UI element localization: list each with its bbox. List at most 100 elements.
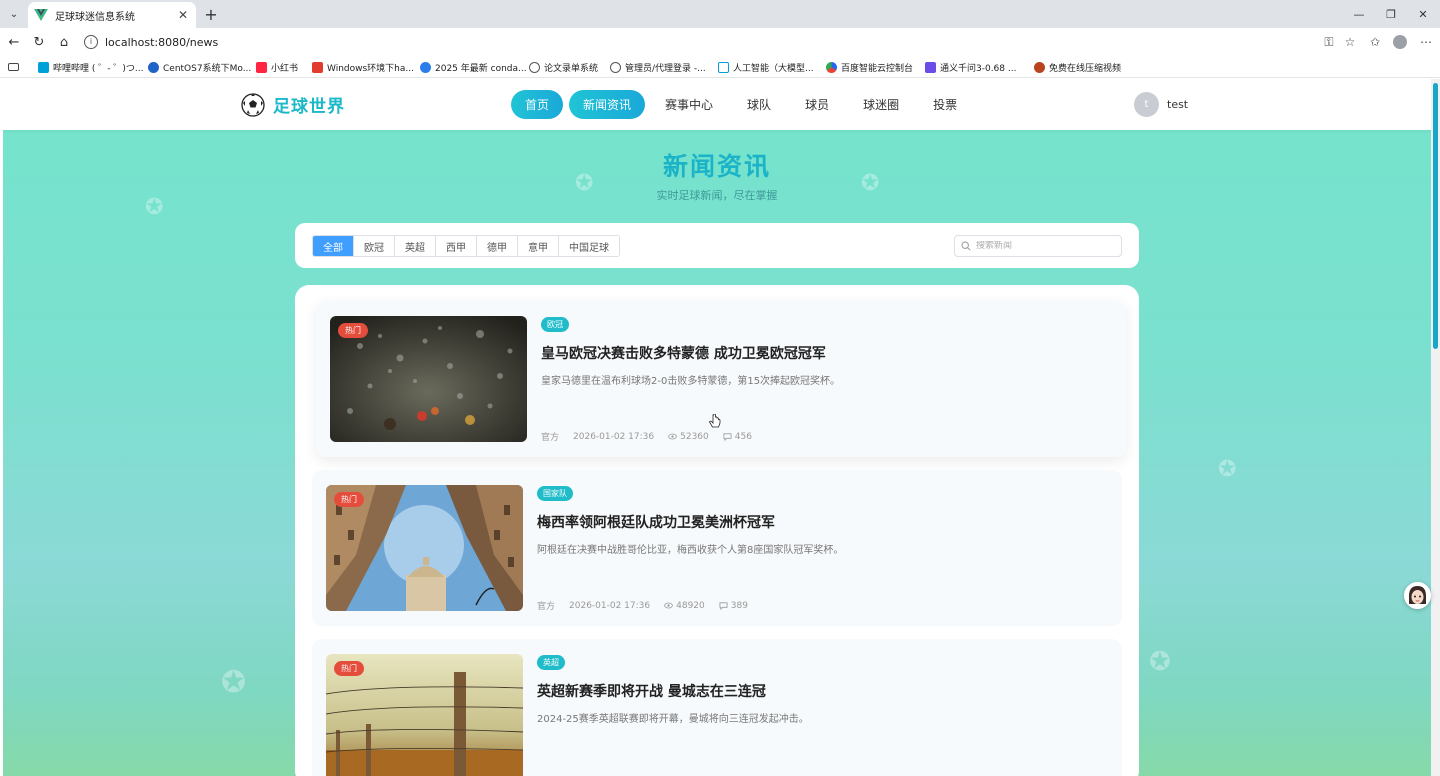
favorite-star-icon[interactable]: ☆ bbox=[1340, 32, 1360, 52]
new-tab-button[interactable]: + bbox=[201, 4, 221, 24]
soccer-ball-icon bbox=[241, 92, 265, 117]
news-content: 英超 英超新赛季即将开战 曼城志在三连冠 2024-25赛季英超联赛即将开幕，曼… bbox=[537, 654, 1107, 776]
site-icon bbox=[312, 61, 323, 73]
hand-cursor-icon bbox=[709, 414, 721, 428]
comment-icon bbox=[723, 433, 732, 441]
nav-teams[interactable]: 球队 bbox=[733, 90, 785, 119]
page-viewport: ✪ ✪ ✪ ✪ ✪ ✪ 足球世界 首页 新闻资讯 赛事中心 球队 球员 球迷圈 … bbox=[3, 79, 1431, 776]
news-meta: 官方 2026-01-02 17:36 52360 456 bbox=[541, 430, 766, 444]
nav-home[interactable]: 首页 bbox=[511, 90, 564, 119]
browser-tab[interactable]: 足球球迷信息系统 ✕ bbox=[28, 2, 196, 28]
news-title[interactable]: 梅西率领阿根廷队成功卫冕美洲杯冠军 bbox=[537, 512, 775, 532]
site-icon bbox=[420, 61, 431, 73]
url-text: localhost:8080/news bbox=[105, 35, 219, 49]
category-laliga[interactable]: 西甲 bbox=[436, 236, 477, 256]
nav-news[interactable]: 新闻资讯 bbox=[569, 90, 646, 119]
football-decoration-icon: ✪ bbox=[1218, 457, 1237, 482]
page-subtitle: 实时足球新闻，尽在掌握 bbox=[656, 189, 778, 202]
bookmark-item[interactable]: 百度智能云控制台 bbox=[826, 59, 913, 75]
vue-logo-icon bbox=[34, 9, 48, 21]
news-source: 官方 bbox=[537, 602, 556, 612]
bookmark-item[interactable]: 免费在线压缩视频 bbox=[1034, 59, 1121, 75]
favorites-icon[interactable]: ✩ bbox=[1365, 32, 1385, 52]
profile-icon[interactable] bbox=[1390, 32, 1410, 52]
views-count: 48920 bbox=[664, 601, 705, 611]
views-value: 48920 bbox=[676, 600, 705, 611]
bookmark-item[interactable]: 小红书 bbox=[256, 59, 298, 75]
category-filter: 全部 欧冠 英超 西甲 德甲 意甲 中国足球 bbox=[312, 235, 620, 257]
site-info-icon[interactable]: i bbox=[84, 35, 98, 49]
category-tag: 欧冠 bbox=[541, 317, 569, 332]
back-icon[interactable]: ← bbox=[4, 32, 24, 52]
views-value: 52360 bbox=[680, 431, 709, 442]
bookmark-item[interactable]: 人工智能（大模型... bbox=[718, 59, 814, 75]
news-card[interactable]: 热门 国家队 梅西率领阿根廷队成功卫冕美洲杯冠军 阿根廷在决赛中战胜哥伦比亚，梅… bbox=[312, 470, 1122, 626]
category-ucl[interactable]: 欧冠 bbox=[354, 236, 395, 256]
address-bar-row: ← ↻ ⌂ i localhost:8080/news ⚿ ☆ ✩ ⋯ bbox=[0, 28, 1440, 56]
globe-icon bbox=[529, 61, 540, 73]
news-image-fence[interactable]: 热门 bbox=[326, 654, 523, 776]
bookmark-item[interactable]: 哔哩哔哩 ( ゜- ゜)つ... bbox=[38, 59, 143, 75]
category-all[interactable]: 全部 bbox=[313, 236, 354, 256]
restore-button[interactable]: ❐ bbox=[1376, 4, 1406, 24]
hot-badge: 热门 bbox=[334, 661, 364, 676]
news-content: 国家队 梅西率领阿根廷队成功卫冕美洲杯冠军 阿根廷在决赛中战胜哥伦比亚，梅西收获… bbox=[537, 485, 1107, 613]
assistant-face-icon bbox=[1404, 582, 1431, 609]
hot-badge: 热门 bbox=[338, 323, 368, 338]
home-icon[interactable]: ⌂ bbox=[54, 32, 74, 52]
news-card[interactable]: 热门 英超 英超新赛季即将开战 曼城志在三连冠 2024-25赛季英超联赛即将开… bbox=[312, 639, 1122, 776]
reload-icon[interactable]: ↻ bbox=[29, 32, 49, 52]
site-icon bbox=[148, 61, 159, 73]
nav-players[interactable]: 球员 bbox=[791, 90, 843, 119]
nav-fan-circle[interactable]: 球迷圈 bbox=[849, 90, 913, 119]
avatar: t bbox=[1134, 92, 1159, 117]
page-scrollbar[interactable] bbox=[1431, 79, 1440, 776]
page-title: 新闻资讯 bbox=[662, 152, 771, 181]
bookmark-item[interactable]: 2025 年最新 conda... bbox=[420, 59, 527, 75]
tab-list-icon[interactable]: ⌄ bbox=[4, 4, 24, 24]
bookmark-item[interactable]: CentOS7系统下Mo... bbox=[148, 59, 251, 75]
football-decoration-icon: ✪ bbox=[221, 665, 247, 700]
site-logo[interactable]: 足球世界 bbox=[241, 92, 345, 117]
scrollbar-thumb[interactable] bbox=[1433, 83, 1438, 349]
news-title[interactable]: 英超新赛季即将开战 曼城志在三连冠 bbox=[537, 681, 766, 701]
news-meta: 官方 2026-01-02 17:36 48920 389 bbox=[537, 599, 762, 613]
bookmarks-bar: 哔哩哔哩 ( ゜- ゜)つ... CentOS7系统下Mo... 小红书 Win… bbox=[0, 56, 1440, 78]
nav-vote[interactable]: 投票 bbox=[919, 90, 971, 119]
key-icon[interactable]: ⚿ bbox=[1319, 32, 1339, 52]
close-window-button[interactable]: ✕ bbox=[1408, 4, 1438, 24]
more-menu-icon[interactable]: ⋯ bbox=[1416, 32, 1436, 52]
news-card[interactable]: 热门 欧冠 皇马欧冠决赛击败多特蒙德 成功卫冕欧冠冠军 皇家马德里在温布利球场2… bbox=[316, 301, 1126, 457]
news-time: 2026-01-02 17:36 bbox=[573, 431, 655, 442]
tab-close-icon[interactable]: ✕ bbox=[176, 8, 190, 22]
category-seriea[interactable]: 意甲 bbox=[518, 236, 559, 256]
site-header: 足球世界 首页 新闻资讯 赛事中心 球队 球员 球迷圈 投票 t test bbox=[3, 79, 1431, 130]
category-epl[interactable]: 英超 bbox=[395, 236, 436, 256]
search-icon bbox=[961, 241, 971, 251]
search-input[interactable] bbox=[976, 241, 1116, 251]
news-image-building[interactable]: 热门 bbox=[326, 485, 523, 611]
comments-count: 456 bbox=[723, 432, 752, 442]
nav-matches[interactable]: 赛事中心 bbox=[651, 90, 727, 119]
user-menu[interactable]: t test bbox=[1134, 92, 1188, 117]
bookmark-item[interactable]: Windows环境下ha... bbox=[312, 59, 414, 75]
views-count: 52360 bbox=[668, 432, 709, 442]
site-icon bbox=[718, 61, 729, 73]
news-image-rain[interactable]: 热门 bbox=[330, 316, 527, 442]
bookmark-item[interactable]: 管理员/代理登录 -... bbox=[610, 59, 706, 75]
news-source: 官方 bbox=[541, 433, 560, 443]
category-china[interactable]: 中国足球 bbox=[559, 236, 619, 256]
category-bundesliga[interactable]: 德甲 bbox=[477, 236, 518, 256]
assistant-avatar[interactable] bbox=[1404, 582, 1431, 609]
reading-list-icon[interactable] bbox=[8, 59, 19, 75]
news-summary: 皇家马德里在温布利球场2-0击败多特蒙德，第15次捧起欧冠奖杯。 bbox=[541, 376, 841, 387]
bookmark-item[interactable]: 通义千问3-0.68 ... bbox=[925, 59, 1016, 75]
category-tag: 国家队 bbox=[537, 486, 573, 501]
minimize-button[interactable]: — bbox=[1344, 4, 1374, 24]
eye-icon bbox=[664, 602, 673, 609]
url-bar[interactable]: i localhost:8080/news bbox=[78, 30, 1368, 54]
news-title[interactable]: 皇马欧冠决赛击败多特蒙德 成功卫冕欧冠冠军 bbox=[541, 343, 826, 363]
filter-bar: 全部 欧冠 英超 西甲 德甲 意甲 中国足球 bbox=[295, 223, 1139, 268]
bookmark-item[interactable]: 论文录单系统 bbox=[529, 59, 598, 75]
tab-title: 足球球迷信息系统 bbox=[55, 11, 135, 23]
